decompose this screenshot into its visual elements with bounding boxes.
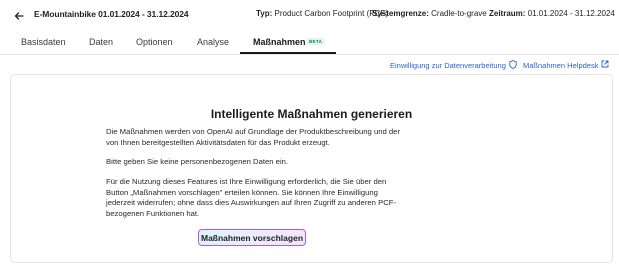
helpdesk-link-label: Maßnahmen Helpdesk [523, 60, 599, 70]
panel-heading: Intelligente Maßnahmen generieren [210, 107, 413, 121]
meta-zeitraum: Zeitraum: 01.01.2024 - 31.12.2024 [489, 9, 615, 18]
tab-daten[interactable]: Daten [89, 37, 113, 47]
consent-link[interactable]: Einwilligung zur Datenverarbeitung [390, 60, 517, 71]
page-title: E-Mountainbike 01.01.2024 - 31.12.2024 [34, 9, 189, 19]
active-tab-indicator [240, 52, 336, 54]
tab-basisdaten[interactable]: Basisdaten [21, 37, 66, 47]
meta-typ: Typ: Product Carbon Footprint (PCF) [256, 9, 388, 18]
tab-optionen[interactable]: Optionen [136, 37, 173, 47]
suggest-measures-button[interactable]: Maßnahmen vorschlagen [198, 229, 306, 246]
beta-badge: BETA [306, 38, 326, 45]
back-arrow-icon[interactable] [13, 9, 25, 21]
consent-paragraph: Für die Nutzung dieses Features ist Ihre… [106, 177, 397, 218]
helpdesk-link[interactable]: Maßnahmen Helpdesk [523, 60, 609, 70]
privacy-hint: Bitte geben Sie keine personenbezogenen … [106, 157, 289, 166]
measures-panel: Intelligente Maßnahmen generieren Die Ma… [10, 74, 613, 263]
tab-analyse[interactable]: Analyse [197, 37, 229, 47]
shield-icon [506, 60, 517, 71]
description-paragraph: Die Maßnahmen werden von OpenAI auf Grun… [106, 127, 401, 147]
tab-massnahmen[interactable]: Maßnahmen [253, 37, 306, 47]
consent-link-label: Einwilligung zur Datenverarbeitung [390, 61, 506, 70]
page-header: E-Mountainbike 01.01.2024 - 31.12.2024 T… [0, 0, 619, 30]
external-link-icon [598, 60, 609, 70]
meta-systemgrenze: Systemgrenze: Cradle-to-grave [372, 9, 487, 18]
